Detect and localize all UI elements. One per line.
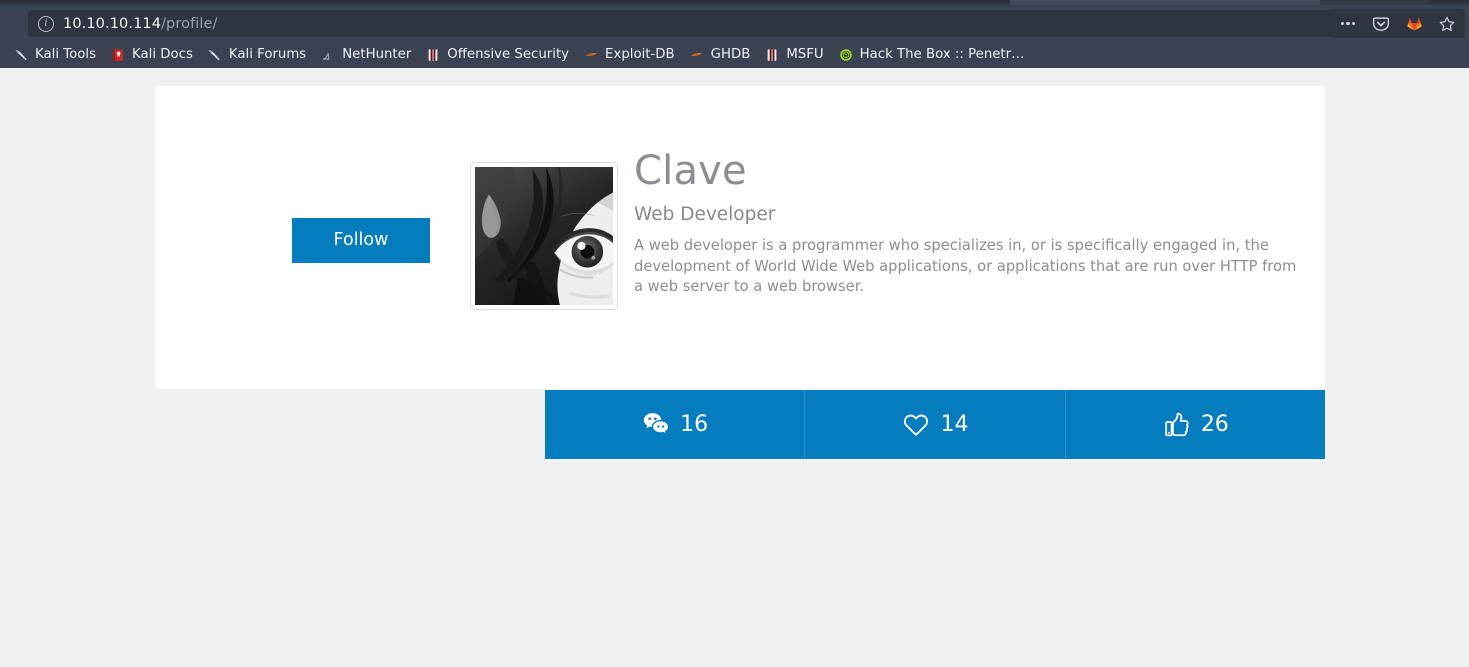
navigation-toolbar: i 10.10.10.114/profile/ [0,5,1469,40]
avatar-photo [475,167,613,305]
avatar [470,162,618,310]
address-bar[interactable]: i 10.10.10.114/profile/ [28,10,1380,37]
profile-details: Clave Web Developer A web developer is a… [634,148,1309,298]
stat-value: 26 [1200,411,1229,437]
htb-green-icon [838,47,854,63]
star-outline-icon[interactable] [1437,14,1457,34]
kali-dragon-icon [13,47,29,63]
profile-role: Web Developer [634,204,776,225]
thumbs-up-icon [1162,410,1192,440]
follow-button[interactable]: Follow [292,218,430,263]
stat-likes[interactable]: 14 [805,390,1066,459]
offsec-pillar-icon [764,47,780,63]
heart-outline-icon [901,410,931,440]
exploitdb-flame-icon [583,47,599,63]
page-title: Clave [634,148,747,194]
browser-chrome: i 10.10.10.114/profile/ Kali Tools Kali … [0,0,1469,68]
profile-bio: A web developer is a programmer who spec… [634,237,1297,295]
bookmark-label: Kali Tools [35,47,97,62]
url-path: /profile/ [161,15,218,32]
toolbar-actions [1330,9,1465,38]
stat-value: 14 [940,411,969,437]
stats-bar: 16 14 26 [545,390,1325,459]
bookmark-msfu[interactable]: MSFU [757,43,830,67]
bookmark-offensive-security[interactable]: Offensive Security [418,43,576,67]
bookmark-label: GHDB [710,47,751,62]
bookmark-kali-docs[interactable]: Kali Docs [103,43,200,67]
bookmark-kali-tools[interactable]: Kali Tools [6,43,103,67]
page-content: Follow Clave Web Developer A web develop… [0,68,1469,667]
profile-card: Follow Clave Web Developer A web develop… [155,86,1325,389]
chat-bubbles-icon [641,410,671,440]
bookmark-label: Kali Docs [132,47,193,62]
bookmark-exploit-db[interactable]: Exploit-DB [576,43,682,67]
gitlab-fox-icon[interactable] [1404,14,1424,34]
bookmark-label: MSFU [786,47,824,62]
pocket-shield-icon[interactable] [1371,14,1391,34]
bookmark-hack-the-box[interactable]: Hack The Box :: Penetr… [831,43,1032,67]
bookmark-kali-forums[interactable]: Kali Forums [200,43,313,67]
nethunter-icon [320,47,336,63]
url-host: 10.10.10.114 [63,15,162,32]
tab-strip-edge-right [1430,0,1469,3]
bookmark-ghdb[interactable]: GHDB [682,43,758,67]
exploitdb-flame-icon [689,47,705,63]
stat-thumbs-up[interactable]: 26 [1066,390,1325,459]
ellipsis-icon[interactable] [1338,14,1358,34]
bookmarks-bar: Kali Tools Kali Docs Kali Forums NetHunt… [0,41,1469,68]
bookmark-nethunter[interactable]: NetHunter [313,43,418,67]
address-bar-text: 10.10.10.114/profile/ [63,16,218,32]
offsec-pillar-icon [425,47,441,63]
bookmark-label: Kali Forums [228,47,307,62]
red-book-icon [110,47,126,63]
bookmark-label: Offensive Security [447,47,570,62]
bookmark-label: NetHunter [342,47,412,62]
stat-value: 16 [680,411,709,437]
bookmark-label: Exploit-DB [605,47,675,62]
info-circle-icon[interactable]: i [38,15,54,32]
kali-dragon-icon [207,47,223,63]
tab-strip-edge-left [0,0,1010,3]
stat-comments[interactable]: 16 [545,390,806,459]
bookmark-label: Hack The Box :: Penetr… [859,47,1025,62]
